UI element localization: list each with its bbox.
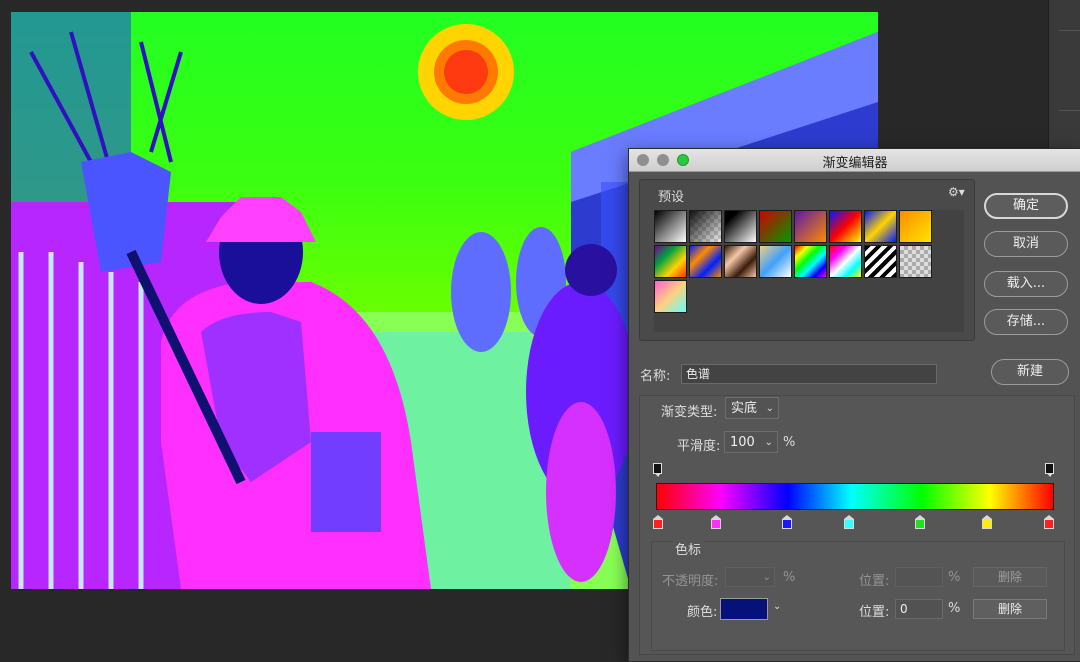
dialog-title: 渐变编辑器 (822, 156, 888, 171)
opacity-label: 不透明度: (662, 574, 719, 589)
ok-button[interactable]: 确定 (984, 193, 1068, 219)
color-stops-group (651, 541, 1065, 651)
color-stop[interactable] (844, 515, 854, 529)
gradient-type-label: 渐变类型: (661, 405, 718, 420)
color-swatch[interactable] (720, 598, 768, 620)
opacity-location-label: 位置: (859, 574, 890, 589)
name-input[interactable]: 色谱 (681, 364, 937, 384)
preset-swatch[interactable] (689, 245, 722, 278)
color-location-label: 位置: (859, 605, 890, 620)
new-button[interactable]: 新建 (991, 359, 1069, 385)
gradient-editor-dialog: 渐变编辑器 预设 ⚙︎▾ 确定 取消 载入... 存储... 名称: 色谱 新建… (628, 148, 1080, 662)
gradient-preview-bar[interactable] (656, 483, 1054, 510)
color-stops-section-label: 色标 (673, 539, 704, 558)
preset-swatch[interactable] (654, 280, 687, 313)
load-button[interactable]: 载入... (984, 271, 1068, 297)
color-location-input[interactable]: 0 (895, 599, 943, 619)
gradient-type-value: 实底 (731, 401, 758, 416)
chevron-down-icon: ⌄ (764, 437, 773, 448)
chevron-down-icon: ⌄ (765, 403, 774, 414)
preset-swatch-grid (654, 210, 964, 332)
preset-swatch[interactable] (759, 210, 792, 243)
opacity-unit: % (783, 570, 796, 585)
color-stop[interactable] (982, 515, 992, 529)
opacity-delete-button: 删除 (973, 567, 1047, 587)
color-location-unit: % (948, 601, 961, 616)
preset-swatch[interactable] (794, 245, 827, 278)
smoothness-unit: % (783, 435, 796, 450)
gear-icon[interactable]: ⚙︎▾ (948, 185, 965, 199)
color-label: 颜色: (687, 605, 718, 620)
smoothness-value: 100 (730, 435, 755, 450)
smoothness-label: 平滑度: (677, 439, 721, 454)
color-stop[interactable] (915, 515, 925, 529)
preset-swatch[interactable] (654, 245, 687, 278)
gradient-type-select[interactable]: 实底 ⌄ (725, 397, 779, 419)
preset-swatch[interactable] (899, 210, 932, 243)
preset-swatch[interactable] (794, 210, 827, 243)
color-delete-button[interactable]: 删除 (973, 599, 1047, 619)
chevron-down-icon[interactable]: ⌄ (773, 601, 781, 612)
preset-swatch[interactable] (724, 210, 757, 243)
opacity-location-unit: % (948, 570, 961, 585)
preset-swatch[interactable] (864, 245, 897, 278)
preset-swatch[interactable] (829, 245, 862, 278)
name-label: 名称: (640, 369, 671, 384)
preset-swatch[interactable] (899, 245, 932, 278)
preset-swatch[interactable] (724, 245, 757, 278)
presets-panel: 预设 ⚙︎▾ (639, 179, 975, 341)
presets-label: 预设 (658, 190, 685, 205)
preset-swatch[interactable] (759, 245, 792, 278)
color-stop[interactable] (653, 515, 663, 529)
preset-swatch[interactable] (829, 210, 862, 243)
color-stop[interactable] (1044, 515, 1054, 529)
chevron-down-icon: ⌄ (762, 572, 771, 583)
opacity-stop-right[interactable] (1045, 463, 1054, 477)
opacity-stop-left[interactable] (653, 463, 662, 477)
opacity-input: ⌄ (725, 567, 775, 587)
smoothness-select[interactable]: 100 ⌄ (724, 431, 778, 453)
preset-swatch[interactable] (689, 210, 722, 243)
opacity-location-input (895, 567, 943, 587)
color-stop[interactable] (782, 515, 792, 529)
dialog-titlebar: 渐变编辑器 (629, 149, 1080, 172)
color-stop[interactable] (711, 515, 721, 529)
cancel-button[interactable]: 取消 (984, 231, 1068, 257)
preset-swatch[interactable] (864, 210, 897, 243)
preset-swatch[interactable] (654, 210, 687, 243)
save-button[interactable]: 存储... (984, 309, 1068, 335)
